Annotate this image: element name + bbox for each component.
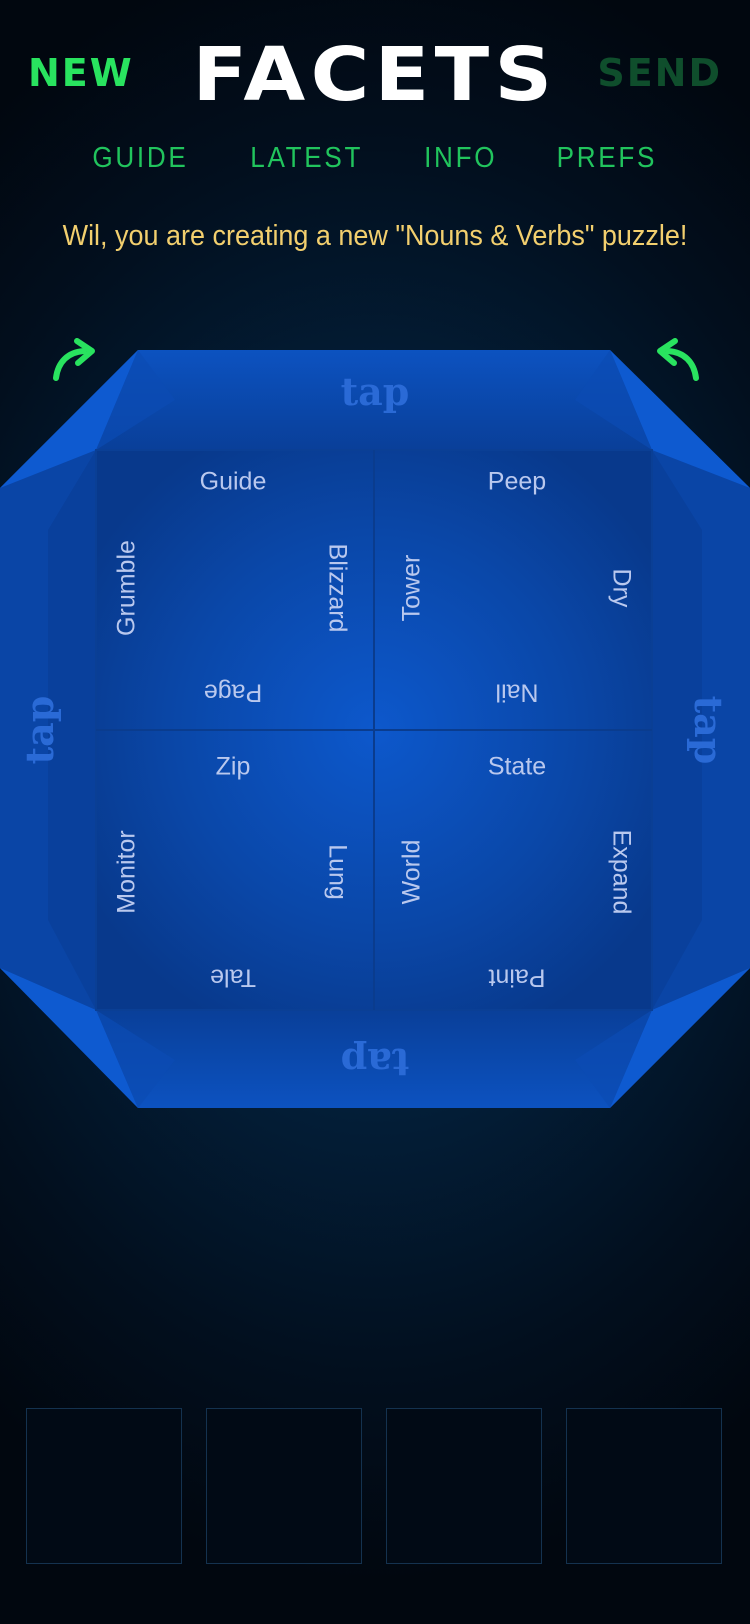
facet-2-right-word[interactable]: Dry bbox=[608, 569, 636, 608]
facet-3-bottom-word[interactable]: Tale bbox=[210, 964, 256, 992]
answer-slot-3[interactable] bbox=[386, 1408, 542, 1564]
facet-2-bottom-word[interactable]: Nail bbox=[495, 679, 538, 707]
status-message: Wil, you are creating a new "Nouns & Ver… bbox=[62, 220, 688, 252]
send-button[interactable]: SEND bbox=[597, 54, 722, 92]
facet-3-right-word[interactable]: Lung bbox=[324, 844, 352, 900]
tap-bottom[interactable]: tap bbox=[341, 1040, 410, 1085]
facet-3-top-word[interactable]: Zip bbox=[216, 754, 251, 780]
gem-board bbox=[0, 350, 750, 1108]
nav-latest[interactable]: LATEST bbox=[250, 142, 363, 175]
facet-2-left-word[interactable]: Tower bbox=[398, 555, 426, 622]
facet-4-top-word[interactable]: State bbox=[488, 754, 546, 780]
facet-4-left-word[interactable]: World bbox=[398, 840, 426, 905]
answer-slot-2[interactable] bbox=[206, 1408, 362, 1564]
facet-2-top-word[interactable]: Peep bbox=[488, 469, 546, 495]
nav-info[interactable]: INFO bbox=[424, 142, 497, 175]
nav-guide[interactable]: GUIDE bbox=[93, 142, 189, 175]
facet-1-bottom-word[interactable]: Page bbox=[204, 679, 262, 707]
answer-slot-1[interactable] bbox=[26, 1408, 182, 1564]
tap-right[interactable]: tap bbox=[686, 696, 731, 765]
nav-bar: GUIDE LATEST INFO PREFS bbox=[0, 142, 750, 175]
facet-3-left-word[interactable]: Monitor bbox=[113, 830, 141, 913]
facet-1-right-word[interactable]: Blizzard bbox=[324, 544, 352, 633]
facet-4-bottom-word[interactable]: Paint bbox=[489, 964, 546, 992]
answer-slot-4[interactable] bbox=[566, 1408, 722, 1564]
facet-1-top-word[interactable]: Guide bbox=[200, 469, 267, 495]
facet-1-left-word[interactable]: Grumble bbox=[113, 540, 141, 636]
tap-left[interactable]: tap bbox=[17, 696, 62, 765]
nav-prefs[interactable]: PREFS bbox=[557, 142, 658, 175]
facet-4-right-word[interactable]: Expand bbox=[608, 830, 636, 915]
tap-top[interactable]: tap bbox=[341, 373, 410, 411]
